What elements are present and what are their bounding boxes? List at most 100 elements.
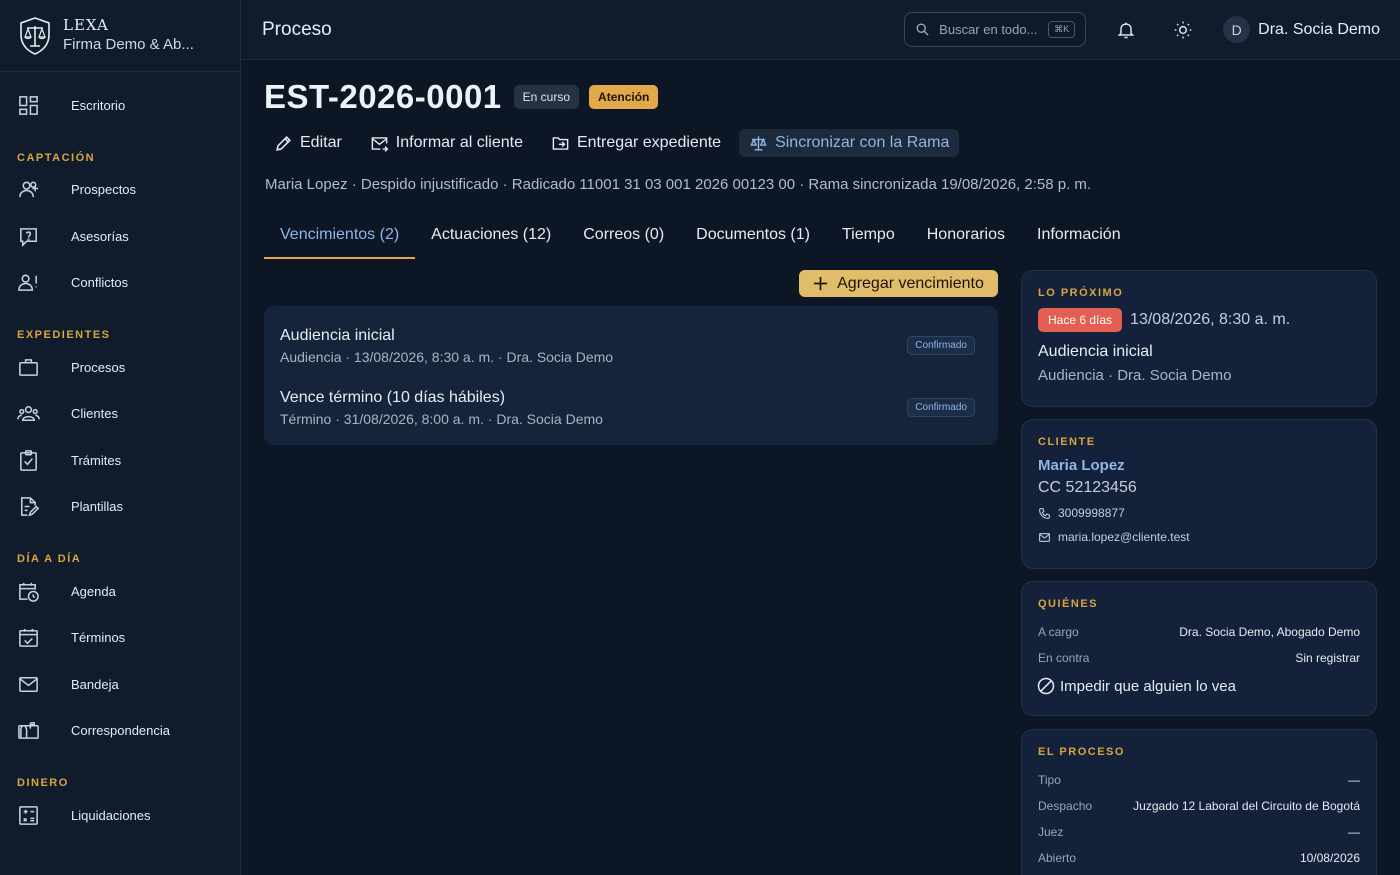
sidebar-item-label: Liquidaciones [71,807,151,823]
avatar: D [1223,16,1251,43]
case-id: EST-2026-0001 [264,78,502,115]
deadline-details: Término · 31/08/2026, 8:00 a. m. · Dra. … [280,411,603,427]
section-title-expedientes: EXPEDIENTES [17,329,111,341]
section-title-dinero: DINERO [17,777,69,789]
tab-documentos[interactable]: Documentos (1) [680,216,826,259]
tab-informacion[interactable]: Información [1021,216,1137,259]
restrict-access-button[interactable]: Impedir que alguien lo vea [1037,676,1360,696]
sidebar-item-label: Asesorías [71,228,129,244]
brand[interactable]: LEXA Firma Demo & Ab... [0,0,240,72]
attention-badge: Atención [589,85,659,109]
sidebar: LEXA Firma Demo & Ab... Escritorio CAPTA… [0,0,241,875]
brand-name: LEXA [63,16,109,34]
briefcase-icon [19,358,38,376]
sidebar-item-label: Trámites [71,452,122,468]
add-deadline-button[interactable]: Agregar vencimiento [799,270,998,297]
tab-correos[interactable]: Correos (0) [567,216,680,259]
card-label: CLIENTE [1038,436,1096,448]
dashboard-icon [19,95,38,115]
search-shortcut: ⌘K [1048,21,1076,38]
next-date: 13/08/2026, 8:30 a. m. [1130,311,1291,328]
people-card: QUIÉNES A cargo Dra. Socia Demo, Abogado… [1021,581,1377,716]
plus-icon [814,276,828,291]
search-box[interactable]: Buscar en todo... ⌘K [904,12,1087,47]
search-icon [916,23,929,36]
sidebar-item-tramites[interactable]: Trámites [0,437,240,484]
page-title: Proceso [262,18,332,40]
next-event-card: LO PRÓXIMO Hace 6 días 13/08/2026, 8:30 … [1021,270,1377,407]
firm-name: Firma Demo & Ab... [63,36,194,53]
sync-rama-label: Sincronizar con la Rama [775,134,950,151]
sidebar-item-conflictos[interactable]: Conflictos [0,260,240,307]
list-item[interactable]: Vence término (10 días hábiles) Término … [264,388,998,450]
top-header: Proceso Buscar en todo... ⌘K D Dra. Soci… [241,0,1400,60]
sidebar-item-label: Procesos [71,359,126,375]
ban-icon [1037,677,1055,695]
sidebar-item-label: Plantillas [71,499,124,515]
sun-icon [1174,21,1192,38]
sidebar-item-label: Prospectos [71,182,137,198]
sidebar-item-procesos[interactable]: Procesos [0,344,240,391]
tab-actuaciones[interactable]: Actuaciones (12) [415,216,567,259]
pencil-icon [276,135,291,151]
tab-honorarios[interactable]: Honorarios [911,216,1021,259]
notifications-button[interactable] [1108,12,1144,48]
file-edit-icon [21,497,40,517]
sidebar-item-correspondencia[interactable]: Correspondencia [0,708,240,755]
status-badge: Confirmado [907,398,975,417]
sidebar-item-liquidaciones[interactable]: Liquidaciones [0,792,240,839]
user-menu[interactable]: D Dra. Socia Demo [1223,16,1380,43]
mailbox-icon [18,722,39,740]
calendar-check-icon [19,629,38,648]
list-item[interactable]: Audiencia inicial Audiencia · 13/08/2026… [264,326,998,388]
bell-icon [1117,22,1135,38]
type-row: Tipo — [1038,773,1360,787]
sidebar-nav: Escritorio CAPTACIÓN Prospectos Asesoría… [0,72,240,839]
sidebar-item-terminos[interactable]: Términos [0,615,240,662]
client-email[interactable]: maria.lopez@cliente.test [1038,530,1360,544]
mail-icon [19,676,38,692]
client-phone[interactable]: 3009998877 [1038,506,1360,520]
scales-icon [750,135,767,151]
process-card: EL PROCESO Tipo — Despacho Juzgado 12 La… [1021,729,1377,875]
scales-shield-logo-icon [20,16,50,55]
sidebar-item-bandeja[interactable]: Bandeja [0,661,240,708]
phone-icon [1039,507,1050,519]
edit-button[interactable]: Editar [264,129,352,157]
sidebar-item-asesorias[interactable]: Asesorías [0,213,240,260]
mail-icon [1039,532,1050,542]
inform-client-button[interactable]: Informar al cliente [360,129,533,157]
help-message-icon [20,227,37,247]
client-name-link[interactable]: Maria Lopez [1038,457,1360,474]
overdue-badge: Hace 6 días [1038,308,1123,332]
deliver-file-button[interactable]: Entregar expediente [541,129,731,157]
card-label: QUIÉNES [1038,598,1099,610]
sidebar-item-clientes[interactable]: Clientes [0,391,240,438]
user-alert-icon [18,274,37,292]
theme-toggle-button[interactable] [1165,12,1201,48]
section-title-dia-a-dia: DÍA A DÍA [17,553,82,565]
case-title-row: EST-2026-0001 En curso Atención [264,78,659,116]
next-subtitle: Audiencia · Dra. Socia Demo [1038,367,1232,384]
folder-export-icon [552,136,569,150]
in-charge-row: A cargo Dra. Socia Demo, Abogado Demo [1038,625,1360,639]
case-meta: Maria Lopez · Despido injustificado · Ra… [265,176,1092,193]
sidebar-item-escritorio[interactable]: Escritorio [0,82,240,129]
sidebar-item-agenda[interactable]: Agenda [0,568,240,615]
judge-row: Juez — [1038,825,1360,839]
sidebar-item-label: Clientes [71,406,118,422]
deadline-details: Audiencia · 13/08/2026, 8:30 a. m. · Dra… [280,349,614,365]
user-plus-icon [19,181,39,198]
tab-vencimientos[interactable]: Vencimientos (2) [264,216,416,259]
deadline-title: Audiencia inicial [280,327,395,344]
case-actions: Editar Informar al cliente Entregar expe… [264,129,967,157]
sync-rama-button[interactable]: Sincronizar con la Rama [739,129,960,157]
sidebar-item-prospectos[interactable]: Prospectos [0,167,240,214]
search-input[interactable]: Buscar en todo... [939,22,1048,37]
tab-tiempo[interactable]: Tiempo [826,216,911,259]
mail-send-icon [371,136,389,152]
section-title-captacion: CAPTACIÓN [17,151,96,164]
sidebar-item-label: Agenda [71,583,116,599]
sidebar-item-plantillas[interactable]: Plantillas [0,484,240,531]
inform-client-label: Informar al cliente [395,134,523,151]
